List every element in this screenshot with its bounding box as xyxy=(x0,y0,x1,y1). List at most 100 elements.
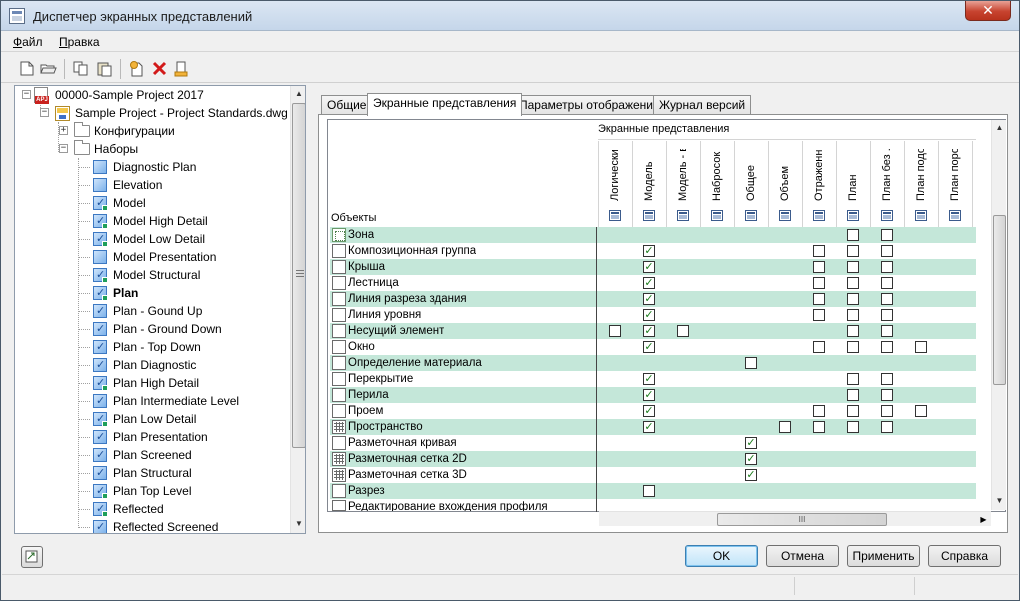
column-header[interactable]: Модель xyxy=(642,149,656,201)
representation-checkbox[interactable] xyxy=(813,341,825,353)
tree-item-set[interactable]: Plan - Gound Up xyxy=(15,302,287,320)
settings-button[interactable] xyxy=(21,546,43,568)
representation-checkbox[interactable] xyxy=(813,277,825,289)
tab-display-representations[interactable]: Экранные представления xyxy=(367,93,523,116)
tree-item-project[interactable]: − 00000-Sample Project 2017 xyxy=(15,86,287,104)
representation-checkbox[interactable] xyxy=(813,293,825,305)
representation-checkbox[interactable] xyxy=(847,405,859,417)
tree-item-set[interactable]: Plan Screened xyxy=(15,446,287,464)
tree-item-set[interactable]: Model Structural xyxy=(15,266,287,284)
tree-item-set[interactable]: Plan Top Level xyxy=(15,482,287,500)
column-header[interactable]: Объем xyxy=(778,149,792,201)
tree-vertical-scrollbar[interactable]: ▲ ▼ xyxy=(290,86,305,533)
tree-item-set[interactable]: Plan Low Detail xyxy=(15,410,287,428)
grid-hscroll-thumb[interactable]: III xyxy=(717,513,887,526)
tree-item-set[interactable]: Plan Intermediate Level xyxy=(15,392,287,410)
representation-checkbox[interactable] xyxy=(847,277,859,289)
representation-checkbox[interactable] xyxy=(813,261,825,273)
menu-file[interactable]: Файл xyxy=(13,35,43,49)
tree-item-set[interactable]: Diagnostic Plan xyxy=(15,158,287,176)
representation-checkbox[interactable] xyxy=(915,341,927,353)
representation-checkbox[interactable] xyxy=(847,261,859,273)
representation-checkbox[interactable] xyxy=(677,325,689,337)
column-header[interactable]: Набросок xyxy=(710,149,724,201)
collapse-icon[interactable]: − xyxy=(59,144,68,153)
tree-item-set[interactable]: Reflected Screened xyxy=(15,518,287,533)
menu-edit[interactable]: Правка xyxy=(59,35,100,49)
representation-checkbox[interactable]: ✓ xyxy=(643,421,655,433)
purge-button[interactable] xyxy=(173,60,191,77)
grid-horizontal-scrollbar[interactable]: III ▶ xyxy=(599,511,991,526)
representation-checkbox[interactable]: ✓ xyxy=(643,389,655,401)
representation-checkbox[interactable] xyxy=(881,325,893,337)
representation-checkbox[interactable]: ✓ xyxy=(643,373,655,385)
tree-item-set[interactable]: Model High Detail xyxy=(15,212,287,230)
representation-checkbox[interactable] xyxy=(609,325,621,337)
representation-checkbox[interactable] xyxy=(779,421,791,433)
representation-checkbox[interactable] xyxy=(813,245,825,257)
scroll-down-arrow-icon[interactable]: ▼ xyxy=(291,516,305,532)
column-header[interactable]: Отраженн... xyxy=(812,149,826,201)
representation-checkbox[interactable] xyxy=(847,389,859,401)
collapse-icon[interactable]: − xyxy=(40,108,49,117)
column-header[interactable]: Модель - в... xyxy=(676,149,690,201)
ok-button[interactable]: OK xyxy=(685,545,758,567)
representation-checkbox[interactable] xyxy=(847,373,859,385)
representation-checkbox[interactable] xyxy=(813,405,825,417)
column-header[interactable]: Общее xyxy=(744,149,758,201)
tree-item-set[interactable]: Model Low Detail xyxy=(15,230,287,248)
tree-item-set[interactable]: Elevation xyxy=(15,176,287,194)
representation-checkbox[interactable] xyxy=(745,357,757,369)
representation-checkbox[interactable] xyxy=(881,405,893,417)
representation-checkbox[interactable]: ✓ xyxy=(643,341,655,353)
tree-item-set[interactable]: Plan xyxy=(15,284,287,302)
collapse-icon[interactable]: − xyxy=(22,90,31,99)
representation-checkbox[interactable] xyxy=(813,309,825,321)
scroll-up-arrow-icon[interactable]: ▲ xyxy=(291,86,305,102)
tree-item-set[interactable]: Plan Structural xyxy=(15,464,287,482)
representation-checkbox[interactable] xyxy=(881,293,893,305)
representation-checkbox[interactable]: ✓ xyxy=(745,453,757,465)
column-header[interactable]: План без ... xyxy=(880,149,894,201)
representation-checkbox[interactable] xyxy=(881,421,893,433)
representation-checkbox[interactable] xyxy=(881,341,893,353)
representation-checkbox[interactable] xyxy=(847,293,859,305)
column-header[interactable]: План подо... xyxy=(914,149,928,201)
tree-item-set[interactable]: Plan High Detail xyxy=(15,374,287,392)
column-header[interactable]: План поро... xyxy=(948,149,962,201)
representation-checkbox[interactable] xyxy=(881,389,893,401)
copy-button[interactable] xyxy=(72,60,90,77)
tree-item-configurations[interactable]: + Конфигурации xyxy=(15,122,287,140)
tree-item-set[interactable]: Reflected xyxy=(15,500,287,518)
delete-button[interactable] xyxy=(151,60,169,77)
tree-item-sets[interactable]: − Наборы xyxy=(15,140,287,158)
expand-icon[interactable]: + xyxy=(59,126,68,135)
grid-vertical-scrollbar[interactable]: ▲ ▼ xyxy=(991,120,1006,510)
grid-scroll-up-icon[interactable]: ▲ xyxy=(992,120,1007,136)
tree-item-set[interactable]: Plan - Top Down xyxy=(15,338,287,356)
tab-general[interactable]: Общие xyxy=(321,95,373,115)
representation-checkbox[interactable]: ✓ xyxy=(643,405,655,417)
tree-item-set[interactable]: Model xyxy=(15,194,287,212)
tab-version-history[interactable]: Журнал версий xyxy=(653,95,752,115)
representation-checkbox[interactable] xyxy=(847,229,859,241)
close-button[interactable]: ✕ xyxy=(965,1,1011,21)
tree-item-set[interactable]: Plan Diagnostic xyxy=(15,356,287,374)
tree-item-set[interactable]: Plan Presentation xyxy=(15,428,287,446)
representation-checkbox[interactable] xyxy=(881,309,893,321)
representation-checkbox[interactable] xyxy=(813,421,825,433)
help-button[interactable]: Справка xyxy=(928,545,1001,567)
grid-vscroll-thumb[interactable] xyxy=(993,215,1006,385)
tree-scroll-thumb[interactable] xyxy=(292,103,305,448)
representation-checkbox[interactable]: ✓ xyxy=(643,261,655,273)
new-item-button[interactable] xyxy=(128,60,146,77)
representation-checkbox[interactable] xyxy=(847,309,859,321)
tab-display-options[interactable]: Параметры отображения xyxy=(513,95,666,115)
representation-checkbox[interactable]: ✓ xyxy=(643,293,655,305)
representation-checkbox[interactable]: ✓ xyxy=(643,325,655,337)
column-header[interactable]: План xyxy=(846,149,860,201)
representation-checkbox[interactable] xyxy=(847,341,859,353)
representation-checkbox[interactable] xyxy=(881,277,893,289)
representation-checkbox[interactable]: ✓ xyxy=(643,245,655,257)
tree-item-drawing[interactable]: − Sample Project - Project Standards.dwg xyxy=(15,104,288,122)
